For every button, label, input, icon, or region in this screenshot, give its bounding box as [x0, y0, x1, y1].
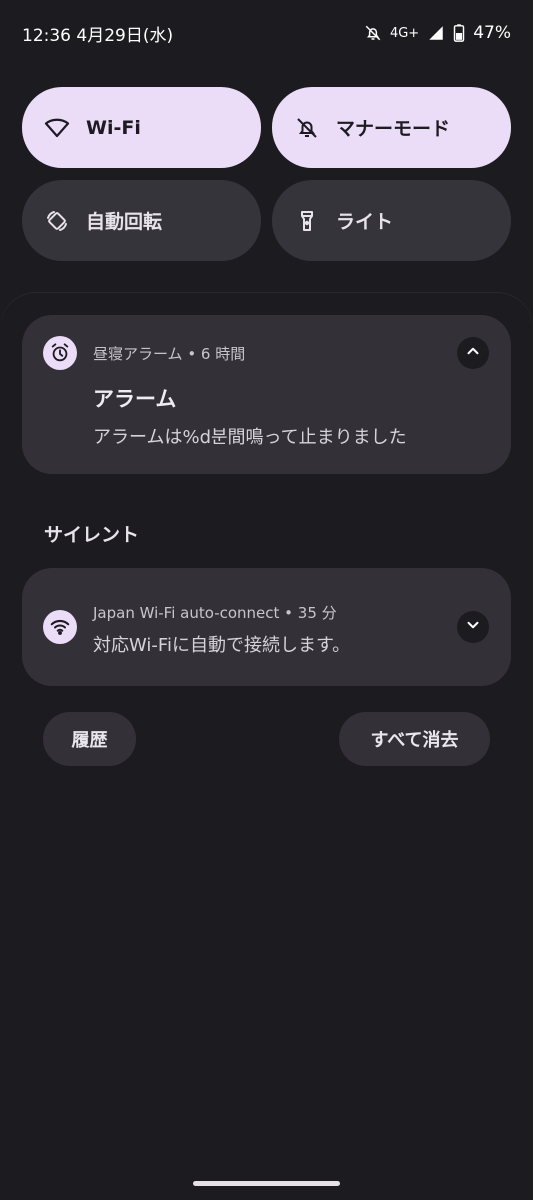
signal-icon: [427, 24, 445, 42]
wifi-icon: [44, 115, 70, 141]
status-date: 4月29日(水): [76, 25, 174, 46]
tile-manner-mode-label: マナーモード: [336, 118, 451, 140]
chevron-down-icon: [464, 616, 482, 638]
tile-manner-mode[interactable]: マナーモード: [272, 87, 511, 168]
wifi-app-icon: [43, 610, 77, 644]
clear-all-button[interactable]: すべて消去: [339, 712, 490, 766]
bell-off-icon: [294, 115, 320, 141]
tile-flashlight-label: ライト: [336, 211, 394, 233]
flashlight-icon: [294, 208, 320, 234]
battery-icon: [453, 24, 465, 42]
tile-wifi[interactable]: Wi-Fi: [22, 87, 261, 168]
notification-text: アラームは%d분間鳴って止まりました: [93, 427, 407, 448]
tile-wifi-label: Wi-Fi: [86, 116, 141, 139]
collapse-button[interactable]: [457, 337, 489, 369]
network-type: 4G+: [389, 25, 420, 41]
notification-text: 対応Wi-Fiに自動で接続します。: [93, 635, 351, 656]
expand-button[interactable]: [457, 611, 489, 643]
notification-header: 昼寝アラーム • 6 時間: [93, 345, 246, 363]
bell-off-icon: [364, 24, 382, 42]
status-left: 12:36 4月29日(水): [22, 21, 173, 46]
rotate-icon: [44, 208, 70, 234]
notification-header: Japan Wi-Fi auto-connect • 35 分: [93, 604, 337, 622]
battery-level: 47%: [473, 23, 511, 43]
tile-flashlight[interactable]: ライト: [272, 180, 511, 261]
history-button[interactable]: 履歴: [43, 712, 136, 766]
alarm-clock-icon: [43, 336, 77, 370]
status-time: 12:36: [22, 25, 71, 46]
tile-auto-rotate[interactable]: 自動回転: [22, 180, 261, 261]
notification-wifi[interactable]: Japan Wi-Fi auto-connect • 35 分 対応Wi-Fiに…: [22, 568, 511, 686]
home-indicator[interactable]: [193, 1181, 340, 1186]
chevron-up-icon: [464, 342, 482, 364]
quick-settings: Wi-Fi マナーモード 自動回転 ライト: [22, 87, 511, 261]
section-silent: サイレント: [44, 524, 140, 546]
tile-auto-rotate-label: 自動回転: [86, 211, 163, 233]
status-bar: 12:36 4月29日(水) 4G+ 47%: [0, 0, 533, 66]
notification-alarm[interactable]: 昼寝アラーム • 6 時間 アラーム アラームは%d분間鳴って止まりました: [22, 315, 511, 474]
status-right: 4G+ 47%: [364, 23, 511, 43]
notification-title: アラーム: [93, 387, 177, 411]
